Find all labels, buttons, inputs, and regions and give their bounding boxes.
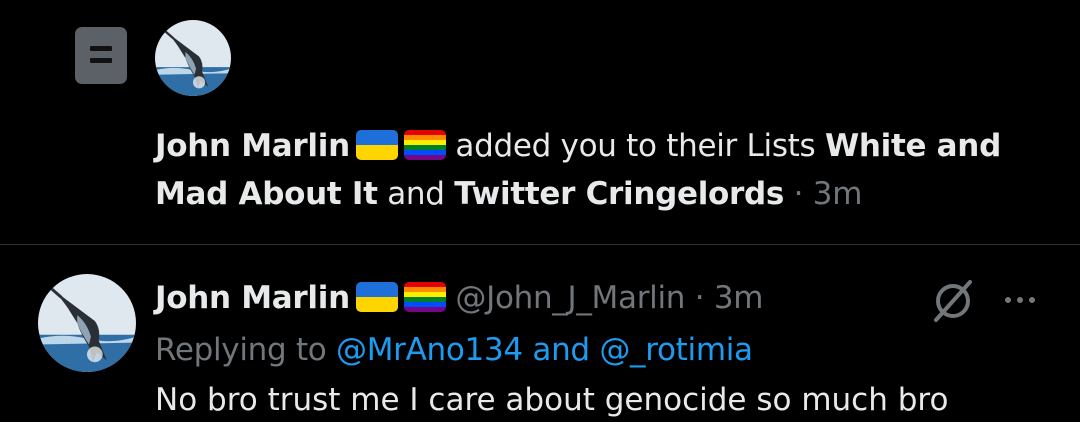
tweet-author-name[interactable]: John Marlin [155, 280, 350, 316]
notification-time: 3m [812, 176, 863, 212]
rainbow-flag-icon [403, 282, 446, 312]
replying-to: Replying to @MrAno134 and @_rotimia [155, 328, 975, 372]
notification-connector: and [387, 176, 445, 212]
grok-icon[interactable] [930, 278, 976, 324]
tweet-handle[interactable]: @John_J_Marlin [455, 280, 685, 316]
tweet-header: John Marlin @John_J_Marlin · 3m [155, 276, 935, 320]
notification-author[interactable]: John Marlin [155, 128, 350, 164]
divider [0, 244, 1080, 245]
ukraine-flag-icon [355, 282, 398, 312]
marlin-avatar-image [38, 274, 136, 372]
tweet-body: No bro trust me I care about genocide so… [155, 382, 949, 418]
tweet-time[interactable]: 3m [714, 280, 764, 316]
list-name-2[interactable]: Twitter Cringelords [454, 176, 784, 212]
list-icon [75, 27, 127, 84]
time-separator: · [694, 280, 705, 316]
tweet-avatar[interactable] [38, 274, 136, 372]
marlin-avatar-image [155, 20, 231, 96]
replying-prefix: Replying to [155, 332, 327, 368]
avatar[interactable] [155, 20, 231, 96]
rainbow-flag-icon [403, 130, 446, 160]
notification-text: John Marlin added you to their Lists Whi… [155, 122, 1055, 218]
replying-to-users[interactable]: @MrAno134 and @_rotimia [336, 332, 753, 368]
more-options-icon[interactable] [1000, 282, 1040, 318]
ukraine-flag-icon [355, 130, 398, 160]
time-separator: · [793, 176, 804, 212]
notification-action-text: added you to their Lists [455, 128, 816, 164]
